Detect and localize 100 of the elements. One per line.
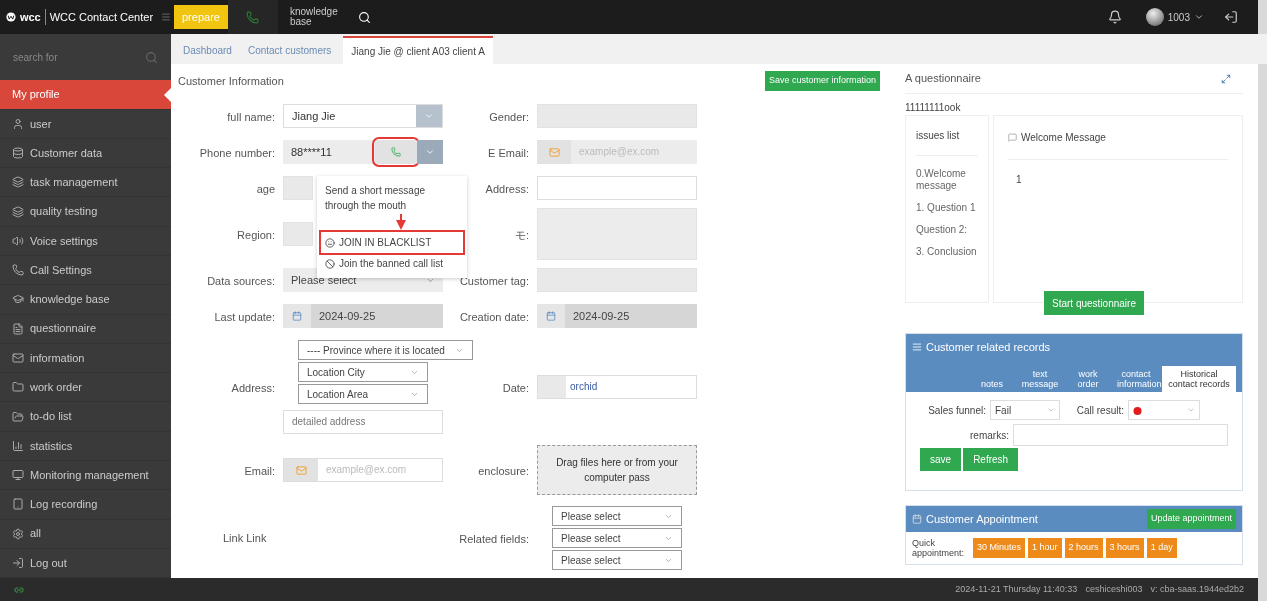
annotation-arrow	[396, 214, 406, 230]
records-tab[interactable]: text message	[1018, 366, 1062, 392]
select-field[interactable]: Fail	[990, 400, 1060, 420]
expand-icon[interactable]	[1221, 73, 1231, 84]
calendar-icon	[292, 311, 302, 321]
status-version: v: cba-saas.1944ed2b2	[1150, 582, 1244, 596]
field-label: Date:	[502, 382, 529, 394]
file-drop-zone[interactable]: Drag files here or from your computer pass	[537, 445, 697, 495]
records-tab[interactable]: work order	[1066, 366, 1110, 392]
menu-item-icon	[12, 469, 24, 482]
field-label: Address:	[231, 382, 275, 394]
sidebar-item[interactable]: My profile	[0, 80, 171, 110]
menu-item-icon	[12, 381, 24, 394]
text-field[interactable]	[283, 222, 313, 246]
question-item[interactable]: Question 2:	[916, 224, 996, 236]
text-area[interactable]	[537, 208, 697, 260]
calendar-icon	[912, 514, 922, 524]
remarks-field[interactable]	[1012, 424, 1228, 446]
calendar-icon	[546, 311, 556, 321]
text-field[interactable]	[537, 268, 697, 292]
menu-item-icon	[12, 205, 24, 218]
phone-icon[interactable]	[246, 10, 260, 24]
menu-item-icon	[12, 176, 24, 189]
field-label: Phone number:	[199, 147, 275, 159]
field-label: Call result:	[1075, 403, 1125, 418]
status-datetime: 2024-11-21 Thursday 11:40:33	[955, 582, 1078, 596]
page-tab[interactable]: Jiang Jie @ client A03 client A	[343, 36, 493, 64]
select-field[interactable]	[1128, 400, 1200, 420]
menu-item-icon	[12, 293, 24, 306]
call-button[interactable]	[375, 140, 417, 164]
field-label: Customer tag:	[459, 275, 529, 287]
ban-icon	[325, 258, 335, 269]
field-label: Quick appointment:	[912, 538, 966, 558]
field-label: Creation date:	[459, 311, 529, 323]
panel-title: Customer Appointment	[926, 511, 1039, 527]
notification-icon[interactable]	[1107, 10, 1122, 24]
select-field[interactable]: Please select	[552, 528, 682, 548]
menu-item-icon	[12, 439, 24, 452]
app-title: WCC Contact Center	[44, 8, 154, 26]
text-field[interactable]	[537, 176, 697, 200]
dropdown-button[interactable]	[417, 140, 443, 164]
status-user: ceshiceshi003	[1085, 582, 1143, 596]
list-icon	[912, 342, 922, 352]
question-item[interactable]: 3. Conclusion	[916, 246, 996, 258]
select-field[interactable]: Location City	[298, 362, 428, 382]
list-title: issues list	[916, 116, 978, 156]
field-label: Gender:	[489, 111, 529, 123]
face-icon	[325, 237, 335, 248]
menu-item-icon	[12, 234, 24, 247]
link-label[interactable]: Link Link	[223, 529, 383, 547]
detail-address-field[interactable]: detailed address	[283, 410, 443, 434]
select-field[interactable]: Please select	[552, 550, 682, 570]
records-tab[interactable]: notes	[970, 376, 1014, 392]
menu-item-icon	[12, 556, 24, 569]
apple-icon	[1133, 405, 1142, 415]
user-id[interactable]: 1003	[1167, 9, 1190, 25]
logo-text: wcc	[19, 9, 41, 25]
records-tab[interactable]: Historical contact records	[1162, 366, 1236, 392]
caret-icon	[1187, 406, 1195, 414]
logout-icon[interactable]	[1224, 10, 1238, 24]
text-field[interactable]	[537, 104, 697, 128]
link-icon	[14, 584, 24, 595]
field-label: Last update:	[214, 311, 275, 323]
knowledge-base-link[interactable]: knowledge base	[289, 7, 350, 27]
panel-title: A questionnaire	[905, 71, 981, 87]
phone-icon	[391, 147, 401, 157]
menu-item-icon	[12, 410, 24, 423]
panel-title: Customer Information	[178, 73, 284, 89]
menu-item-icon	[12, 264, 24, 277]
panel-title: Customer related records	[926, 339, 1051, 355]
field-label: Email:	[244, 465, 275, 477]
caret-icon[interactable]	[1194, 12, 1204, 22]
logo-icon	[6, 10, 16, 24]
caret-icon	[425, 147, 435, 157]
select-field[interactable]: ---- Province where it is located	[298, 340, 473, 360]
question-item[interactable]: 0.Welcome message	[916, 168, 996, 192]
menu-item-icon	[12, 322, 24, 335]
field-label: Related fields:	[459, 533, 529, 545]
mail-icon	[548, 146, 560, 158]
question-item[interactable]: 1. Question 1	[916, 202, 996, 214]
menu-item-icon	[12, 498, 24, 511]
field-label: enclosure:	[478, 465, 529, 477]
caret-icon	[1047, 406, 1055, 414]
text-field[interactable]	[283, 176, 313, 200]
select-field[interactable]: Please select	[552, 506, 682, 526]
select-field[interactable]: Location Area	[298, 384, 428, 404]
answer-text: 1	[1015, 173, 1023, 187]
message-icon	[1008, 133, 1017, 142]
menu-item-icon	[12, 147, 24, 160]
field-label: full name:	[227, 111, 275, 123]
field-label: Sales funnel:	[927, 404, 987, 416]
menu-item[interactable]: JOIN IN BLACKLIST	[321, 232, 463, 253]
field-label: Data sources:	[207, 275, 275, 287]
avatar-icon[interactable]	[1145, 8, 1164, 26]
search-icon[interactable]	[357, 10, 371, 24]
field-label: Address:	[485, 183, 529, 195]
menu-icon[interactable]	[161, 10, 171, 24]
menu-item-icon	[12, 352, 24, 364]
field-label: Region:	[237, 229, 275, 241]
menu-item[interactable]: Send a short message through the mouth	[321, 180, 463, 216]
